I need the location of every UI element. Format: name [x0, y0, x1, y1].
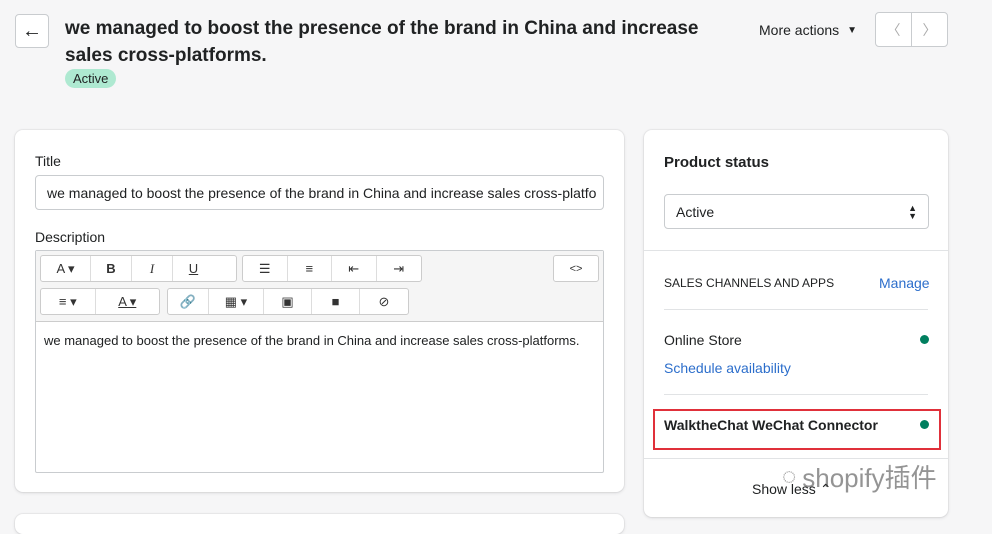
chevron-right-icon: 〉	[922, 21, 937, 38]
arrow-left-icon: ←	[22, 19, 42, 42]
title-input[interactable]: we managed to boost the presence of the …	[35, 175, 604, 210]
wechat-icon: ◌	[782, 462, 797, 490]
more-actions-button[interactable]: More actions ▼	[759, 22, 857, 38]
font-style-button[interactable]: A ▾	[41, 256, 91, 281]
select-arrows-icon: ▲ ▼	[908, 203, 917, 221]
back-button[interactable]: ←	[15, 14, 49, 48]
description-label: Description	[35, 229, 106, 245]
image-button[interactable]: ▣	[264, 289, 312, 314]
previous-button[interactable]: 〈	[875, 12, 912, 47]
more-actions-label: More actions	[759, 22, 840, 38]
page-title: we managed to boost the presence of the …	[65, 18, 699, 66]
align-button[interactable]: ≡ ▾	[41, 289, 96, 314]
channel-walkthechat: WalktheChat WeChat Connector	[664, 417, 878, 433]
caret-down-icon: ▼	[847, 25, 858, 36]
bold-button[interactable]: B	[91, 256, 132, 281]
chevron-left-icon: 〈	[886, 21, 901, 38]
product-status-title: Product status	[664, 154, 770, 171]
watermark-text: shopify插件	[802, 463, 937, 493]
sales-channels-heading: SALES CHANNELS AND APPS	[664, 276, 835, 290]
next-button[interactable]: 〉	[911, 12, 948, 47]
manage-link[interactable]: Manage	[879, 275, 930, 291]
description-editor: we managed to boost the presence of the …	[35, 250, 604, 473]
text-color-button[interactable]: A ▾	[96, 289, 159, 314]
clear-format-button[interactable]: ⊘	[360, 289, 408, 314]
status-dot	[920, 420, 929, 429]
toolbar-group-align: ≡ ▾ A ▾	[40, 288, 160, 315]
status-select-value: Active	[676, 204, 715, 220]
status-dot	[920, 335, 929, 344]
title-label: Title	[35, 153, 61, 169]
bullet-list-button[interactable]: ☰	[243, 256, 288, 281]
status-badge: Active	[65, 69, 117, 88]
toolbar-group-code: <>	[553, 255, 599, 282]
outdent-button[interactable]: ⇤	[332, 256, 377, 281]
watermark: ◌ shopify插件	[782, 458, 937, 495]
indent-button[interactable]: ⇥	[377, 256, 421, 281]
toolbar-group-insert: 🔗 ▦ ▾ ▣ ■ ⊘	[167, 288, 409, 315]
numbered-list-button[interactable]: ≡	[288, 256, 332, 281]
toolbar-group-list: ☰ ≡ ⇤ ⇥	[242, 255, 422, 282]
underline-button[interactable]: U	[173, 256, 214, 281]
link-button[interactable]: 🔗	[168, 289, 209, 314]
code-view-button[interactable]: <>	[554, 256, 598, 281]
table-button[interactable]: ▦ ▾	[209, 289, 264, 314]
description-content[interactable]: we managed to boost the presence of the …	[36, 322, 603, 359]
status-select[interactable]: Active ▲ ▼	[664, 194, 929, 229]
toolbar-group-font: A ▾ B I U	[40, 255, 237, 282]
schedule-availability-link[interactable]: Schedule availability	[664, 360, 791, 376]
next-card	[15, 514, 624, 534]
italic-button[interactable]: I	[132, 256, 173, 281]
video-button[interactable]: ■	[312, 289, 360, 314]
channel-online-store: Online Store	[664, 332, 742, 348]
